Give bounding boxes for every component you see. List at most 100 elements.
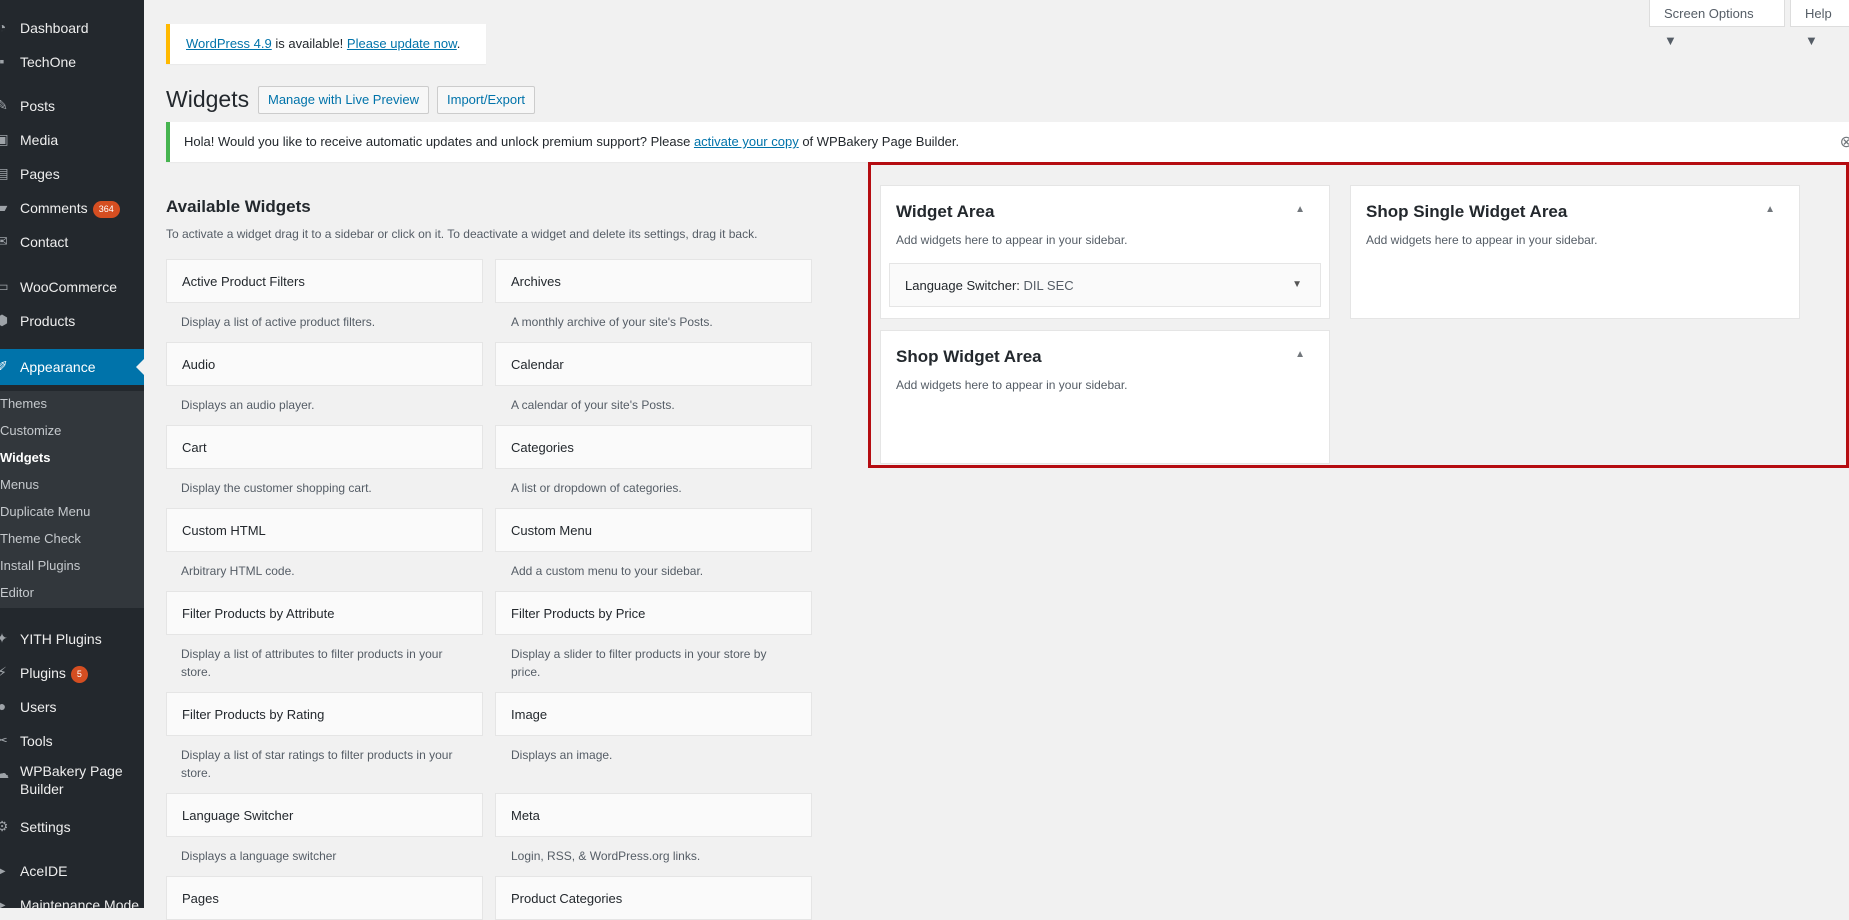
- menu-label: Settings: [20, 819, 71, 835]
- menu-techone[interactable]: ▪ TechOne: [0, 47, 144, 77]
- submenu-theme-check[interactable]: Theme Check: [0, 531, 81, 546]
- screen-options-button[interactable]: Screen Options ▼: [1649, 0, 1785, 48]
- widget-description: Login, RSS, & WordPress.org links.: [511, 849, 701, 863]
- import-export-button[interactable]: Import/Export: [437, 86, 536, 114]
- widget-description: Display a slider to filter products in y…: [511, 647, 767, 679]
- menu-yith-plugins[interactable]: ✦ YITH Plugins: [0, 624, 144, 654]
- settings-icon: ⚙: [0, 818, 9, 834]
- update-now-link[interactable]: Please update now: [347, 36, 457, 51]
- submenu-themes[interactable]: Themes: [0, 396, 47, 411]
- widget-title: Cart: [182, 440, 207, 455]
- current-menu-arrow: [136, 359, 144, 375]
- widget-title: Language Switcher: [182, 808, 294, 823]
- widget-title: Filter Products by Rating: [182, 707, 325, 722]
- wpbakery-icon: ☁: [0, 765, 9, 781]
- techone-icon: ▪: [0, 53, 5, 69]
- menu-label: Pages: [20, 166, 60, 182]
- manage-live-preview-button[interactable]: Manage with Live Preview: [258, 86, 430, 114]
- menu-wpbakery[interactable]: ☁ WPBakery Page Builder: [0, 759, 144, 803]
- widget-description: A monthly archive of your site's Posts.: [511, 315, 713, 329]
- aceide-icon: ▸: [0, 862, 6, 878]
- widget-title: Categories: [511, 440, 574, 455]
- submenu-menus[interactable]: Menus: [0, 477, 39, 492]
- menu-contact[interactable]: ✉ Contact: [0, 227, 144, 257]
- appearance-icon: ✐: [0, 358, 8, 374]
- submenu-customize[interactable]: Customize: [0, 423, 61, 438]
- widget-custom-menu[interactable]: Custom Menu: [495, 508, 812, 552]
- activate-copy-link[interactable]: activate your copy: [694, 134, 799, 149]
- mail-icon: ✉: [0, 233, 8, 249]
- widget-title: Calendar: [511, 357, 564, 372]
- widget-cart[interactable]: Cart: [166, 425, 483, 469]
- comments-count-badge: 364: [92, 201, 120, 218]
- users-icon: ●: [0, 698, 7, 714]
- dismiss-icon[interactable]: ⊗: [1840, 132, 1849, 152]
- submenu-widgets[interactable]: Widgets: [0, 450, 50, 465]
- widget-pages[interactable]: Pages: [166, 876, 483, 920]
- widget-title: Audio: [182, 357, 216, 372]
- widget-filter-products-by-price[interactable]: Filter Products by Price: [495, 591, 812, 635]
- menu-label: YITH Plugins: [20, 631, 102, 647]
- pushpin-icon: ✎: [0, 97, 8, 113]
- widget-title: Pages: [182, 891, 219, 906]
- menu-aceide[interactable]: ▸ AceIDE: [0, 856, 144, 886]
- menu-media[interactable]: ▣ Media: [0, 125, 144, 155]
- wpbakery-notice: Hola! Would you like to receive automati…: [166, 122, 1849, 162]
- help-button[interactable]: Help ▼: [1790, 0, 1849, 48]
- widget-calendar[interactable]: Calendar: [495, 342, 812, 386]
- menu-label: Dashboard: [20, 20, 89, 36]
- wordpress-version-link[interactable]: WordPress 4.9: [186, 36, 272, 51]
- page-title: Widgets: [166, 86, 250, 112]
- highlight-annotation-box: [868, 162, 1849, 468]
- widget-image[interactable]: Image: [495, 692, 812, 736]
- widget-title: Custom Menu: [511, 523, 592, 538]
- menu-tools[interactable]: ✂ Tools: [0, 726, 144, 756]
- menu-label: Tools: [20, 733, 53, 749]
- menu-settings[interactable]: ⚙ Settings: [0, 812, 144, 842]
- wpbakery-notice-text: Hola! Would you like to receive automati…: [184, 134, 694, 149]
- menu-appearance[interactable]: ✐ Appearance: [0, 349, 144, 385]
- menu-plugins[interactable]: ⚡ Plugins 5: [0, 658, 144, 688]
- media-icon: ▣: [0, 131, 9, 147]
- plugins-icon: ⚡: [0, 664, 7, 680]
- widget-description: Displays an audio player.: [181, 398, 315, 412]
- widget-title: Meta: [511, 808, 540, 823]
- widget-audio[interactable]: Audio: [166, 342, 483, 386]
- widget-meta[interactable]: Meta: [495, 793, 812, 837]
- menu-users[interactable]: ● Users: [0, 692, 144, 722]
- widget-description: A list or dropdown of categories.: [511, 481, 682, 495]
- widget-categories[interactable]: Categories: [495, 425, 812, 469]
- menu-posts[interactable]: ✎ Posts: [0, 91, 144, 121]
- menu-label: Media: [20, 132, 59, 148]
- widget-filter-products-by-attribute[interactable]: Filter Products by Attribute: [166, 591, 483, 635]
- widget-title: Filter Products by Price: [511, 606, 646, 621]
- widget-title: Custom HTML: [182, 523, 266, 538]
- menu-comments[interactable]: ▰ Comments 364: [0, 193, 144, 223]
- menu-dashboard[interactable]: ◔ Dashboard: [0, 13, 144, 43]
- widget-description: A calendar of your site's Posts.: [511, 398, 675, 412]
- update-notice-text: is available!: [271, 36, 347, 51]
- menu-label: Appearance: [20, 359, 96, 375]
- menu-label: Products: [20, 313, 76, 329]
- submenu-editor[interactable]: Editor: [0, 585, 34, 600]
- widget-description: Arbitrary HTML code.: [181, 564, 295, 578]
- widget-filter-products-by-rating[interactable]: Filter Products by Rating: [166, 692, 483, 736]
- widget-product-categories[interactable]: Product Categories: [495, 876, 812, 920]
- update-notice: WordPress 4.9 is available! Please updat…: [166, 24, 486, 64]
- submenu-duplicate-menu[interactable]: Duplicate Menu: [0, 504, 90, 519]
- widget-custom-html[interactable]: Custom HTML: [166, 508, 483, 552]
- available-widgets-description: To activate a widget drag it to a sideba…: [166, 227, 758, 241]
- menu-pages[interactable]: ▤ Pages: [0, 159, 144, 189]
- menu-products[interactable]: ⬢ Products: [0, 306, 144, 336]
- menu-maintenance-mode[interactable]: ▸ Maintenance Mode: [0, 890, 144, 908]
- widget-title: Product Categories: [511, 891, 623, 906]
- menu-label: Posts: [20, 98, 56, 114]
- widget-title: Archives: [511, 274, 561, 289]
- menu-woocommerce[interactable]: ▭ WooCommerce: [0, 272, 144, 302]
- menu-label: WPBakery Page Builder: [20, 763, 123, 797]
- comments-icon: ▰: [0, 199, 8, 215]
- widget-active-product-filters[interactable]: Active Product Filters: [166, 259, 483, 303]
- widget-language-switcher[interactable]: Language Switcher: [166, 793, 483, 837]
- submenu-install-plugins[interactable]: Install Plugins: [0, 558, 80, 573]
- widget-archives[interactable]: Archives: [495, 259, 812, 303]
